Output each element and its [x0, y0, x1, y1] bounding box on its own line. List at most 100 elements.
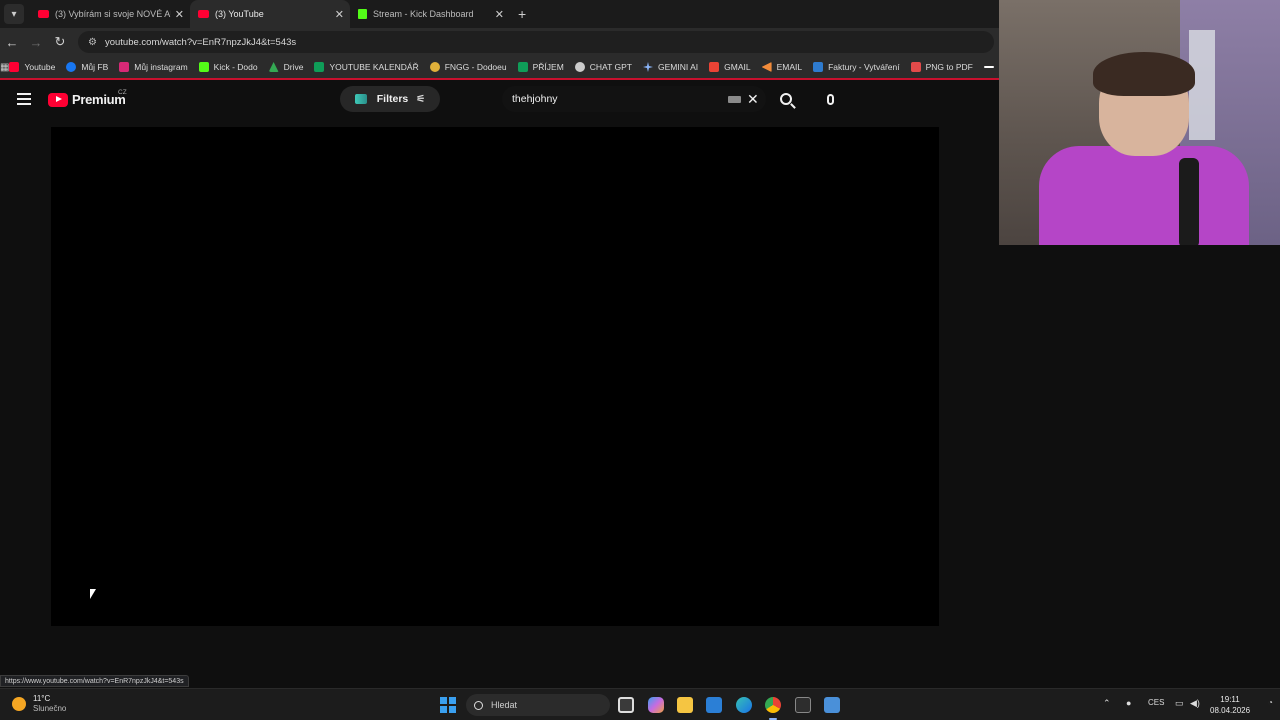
youtube-favicon-icon: [38, 10, 49, 18]
bookmark-label: PNG to PDF: [925, 62, 973, 72]
bookmark-gmail[interactable]: GMAIL: [709, 62, 751, 72]
bookmark-fb[interactable]: Můj FB: [66, 62, 108, 72]
bookmark-label: Můj FB: [81, 62, 109, 72]
bookmark-label: Můj instagram: [134, 62, 188, 72]
bookmark-label: CHAT GPT: [589, 62, 632, 72]
video-player[interactable]: [51, 127, 939, 626]
bookmark-instagram[interactable]: Můj instagram: [119, 62, 188, 72]
task-view-icon[interactable]: [618, 697, 634, 713]
search-input[interactable]: thehjohny ✕: [502, 86, 766, 112]
keyboard-icon[interactable]: [728, 96, 741, 103]
weather-condition: Slunečno: [33, 704, 67, 713]
hair: [1093, 52, 1195, 96]
start-windows-icon[interactable]: [440, 697, 456, 713]
bookmark-label: FNGG - Dodoeu: [444, 62, 507, 72]
reload-icon[interactable]: ↻: [48, 34, 72, 50]
close-icon[interactable]: ✕: [335, 8, 344, 21]
calculator-icon[interactable]: [824, 697, 840, 713]
bookmark-kick[interactable]: Kick - Dodo: [198, 62, 258, 72]
screen: ▾ (3) Vybírám si svoje NOVÉ AUTO ✕ (3) Y…: [0, 0, 1280, 720]
browser-tab-strip: ▾ (3) Vybírám si svoje NOVÉ AUTO ✕ (3) Y…: [0, 0, 1000, 28]
store-icon[interactable]: [706, 697, 722, 713]
link-status-bubble: https://www.youtube.com/watch?v=EnR7npzJ…: [0, 675, 189, 687]
copilot-icon[interactable]: [648, 697, 664, 713]
bookmark-fngg[interactable]: FNGG - Dodoeu: [429, 62, 507, 72]
taskbar-search[interactable]: Hledat: [466, 694, 610, 716]
close-icon[interactable]: ✕: [175, 8, 184, 21]
search-button[interactable]: [770, 86, 802, 112]
bookmark-label: Kick - Dodo: [213, 62, 258, 72]
bookmark-chatgpt[interactable]: CHAT GPT: [574, 62, 632, 72]
address-bar[interactable]: ⚙ youtube.com/watch?v=EnR7npzJkJ4&t=543s: [78, 31, 994, 53]
email-icon: [761, 62, 772, 72]
microphone-icon: [826, 93, 834, 105]
bookmark-youtube[interactable]: Youtube: [9, 62, 55, 72]
filter-brand-icon: [354, 94, 367, 104]
clock-date: 08.04.2026: [1210, 706, 1251, 715]
apps-grid-icon[interactable]: ▦: [0, 62, 9, 73]
back-arrow-icon[interactable]: ←: [0, 35, 24, 50]
youtube-favicon-icon: [198, 10, 209, 18]
menu-icon[interactable]: [17, 93, 31, 105]
file-explorer-icon[interactable]: [677, 697, 693, 713]
tab-search-button[interactable]: ▾: [4, 4, 24, 24]
youtube-premium-logo[interactable]: Premium: [48, 92, 126, 107]
bookmark-email[interactable]: EMAIL: [761, 62, 803, 72]
webcam-overlay: [999, 0, 1280, 245]
microphone-icon[interactable]: ●: [1126, 698, 1131, 708]
chrome-icon[interactable]: [765, 697, 781, 720]
bookmark-label: EMAIL: [776, 62, 803, 72]
tab-car-video[interactable]: (3) Vybírám si svoje NOVÉ AUTO ✕: [30, 0, 190, 28]
bookmark-gemini[interactable]: GEMINI AI: [642, 62, 699, 72]
weather-temperature: 11°C: [33, 694, 51, 703]
system-clock[interactable]: 19:11 08.04.2026: [1210, 694, 1250, 716]
bookmark-youtube-calendar[interactable]: YOUTUBE KALENDÁŘ: [314, 62, 419, 72]
facebook-icon: [66, 62, 77, 72]
new-tab-button[interactable]: +: [518, 6, 526, 22]
shirt: [1039, 146, 1249, 245]
edge-icon[interactable]: [736, 697, 752, 713]
tab-youtube[interactable]: (3) YouTube ✕: [190, 0, 350, 28]
search-icon: [780, 93, 792, 105]
voice-search-button[interactable]: [819, 86, 841, 112]
site-info-icon[interactable]: ⚙: [88, 37, 97, 48]
pdf-icon: [910, 62, 921, 72]
gmail-icon: [709, 62, 720, 72]
bookmark-faktury[interactable]: Faktury - Vytváření: [813, 62, 900, 72]
bookmark-unnamed[interactable]: [983, 66, 999, 68]
terminal-icon[interactable]: [795, 697, 811, 713]
bookmark-png-to-pdf[interactable]: PNG to PDF: [910, 62, 973, 72]
bookmark-label: PŘÍJEM: [532, 62, 564, 72]
clock-time: 19:11: [1220, 695, 1240, 704]
bookmark-label: GEMINI AI: [657, 62, 699, 72]
close-icon[interactable]: ✕: [495, 8, 504, 21]
mouse-cursor-icon: [90, 589, 96, 599]
gemini-icon: [642, 62, 653, 72]
drive-icon: [268, 62, 279, 72]
tab-kick-dashboard[interactable]: Stream - Kick Dashboard ✕: [350, 0, 510, 28]
notification-bell-icon[interactable]: ◔: [1268, 698, 1273, 707]
bookmark-drive[interactable]: Drive: [268, 62, 303, 72]
tab-label: (3) YouTube: [215, 9, 264, 19]
language-indicator[interactable]: CES: [1148, 698, 1164, 707]
chatgpt-icon: [574, 62, 585, 72]
chevron-up-icon[interactable]: ⌃: [1103, 698, 1111, 709]
taskbar-search-placeholder: Hledat: [491, 700, 518, 710]
bookmark-label: YOUTUBE KALENDÁŘ: [329, 62, 419, 72]
forward-arrow-icon[interactable]: →: [24, 35, 48, 50]
network-icon[interactable]: ▭: [1175, 698, 1184, 709]
streamer: [1029, 50, 1249, 245]
filters-label: Filters: [376, 93, 409, 105]
windows-taskbar: 11°C Slunečno Hledat ⌃ ● CES ▭ ◀) 19:11 …: [0, 688, 1280, 720]
volume-icon[interactable]: ◀): [1190, 698, 1200, 709]
weather-widget[interactable]: 11°C Slunečno: [12, 694, 66, 714]
filters-button[interactable]: Filters ⚟: [340, 86, 440, 112]
browser-toolbar: ← → ↻ ⚙ youtube.com/watch?v=EnR7npzJkJ4&…: [0, 28, 1000, 56]
dash-icon: [983, 66, 994, 68]
microphone-stand: [1179, 158, 1199, 245]
bookmarks-bar: ▦ Youtube Můj FB Můj instagram Kick - Do…: [0, 56, 1000, 78]
clear-search-icon[interactable]: ✕: [747, 91, 759, 108]
tune-icon: ⚟: [416, 93, 426, 105]
youtube-play-icon: [48, 92, 68, 107]
bookmark-prijem[interactable]: PŘÍJEM: [517, 62, 564, 72]
